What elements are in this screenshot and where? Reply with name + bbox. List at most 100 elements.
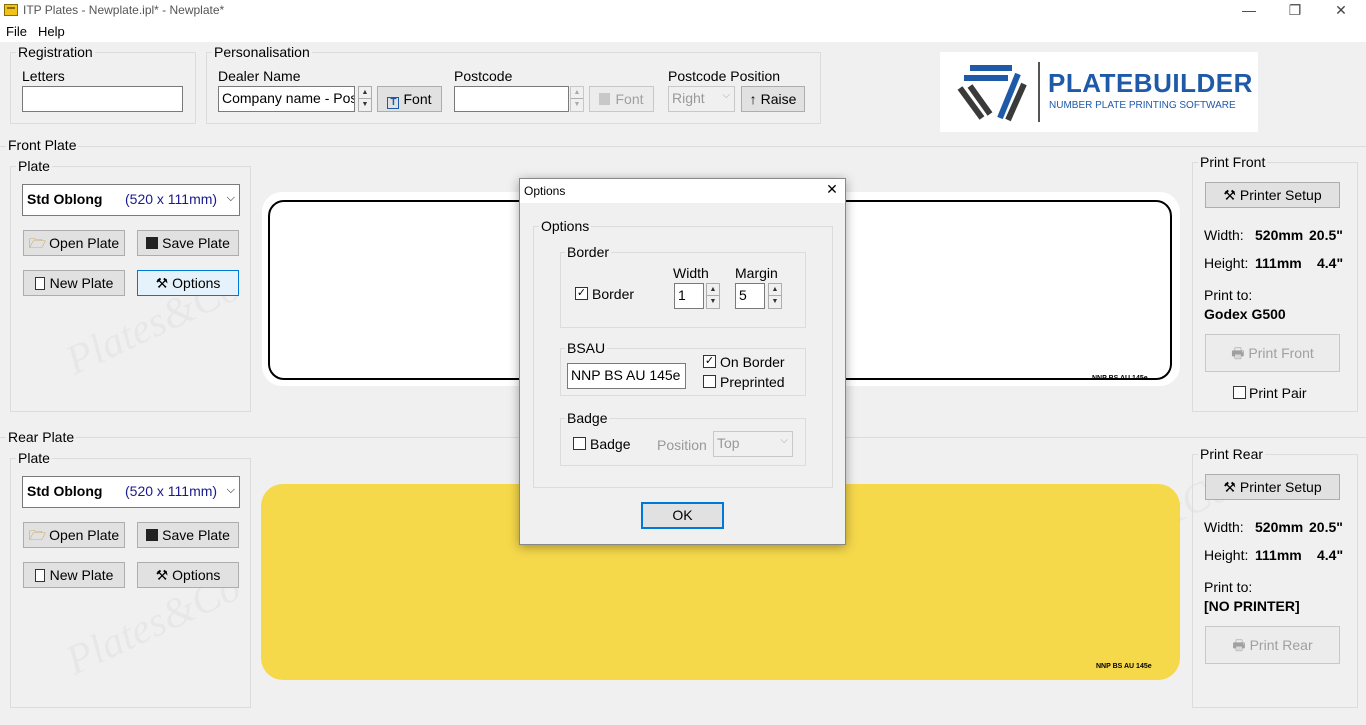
raise-button[interactable]: ↑ Raise bbox=[741, 86, 805, 112]
font-icon bbox=[599, 93, 611, 105]
dealer-name-spinner[interactable]: ▲ ▼ bbox=[358, 86, 372, 112]
save-icon bbox=[146, 237, 159, 249]
window-title: ITP Plates - Newplate.ipl* - Newplate* bbox=[23, 3, 225, 17]
on-border-label: On Border bbox=[720, 354, 785, 370]
registration-group-label: Registration bbox=[16, 44, 95, 60]
print-front-group-label: Print Front bbox=[1198, 154, 1268, 170]
spin-up-icon[interactable]: ▲ bbox=[769, 284, 781, 296]
restore-button[interactable]: ❐ bbox=[1272, 0, 1318, 22]
spin-down-icon[interactable]: ▼ bbox=[571, 99, 583, 111]
rear-save-label: Save Plate bbox=[162, 527, 230, 543]
menu-help[interactable]: Help bbox=[38, 24, 65, 39]
spin-down-icon[interactable]: ▼ bbox=[707, 296, 719, 308]
front-width-label: Width: bbox=[1204, 227, 1244, 243]
border-margin-spinner[interactable]: ▲ ▼ bbox=[768, 283, 782, 309]
border-margin-input[interactable]: 5 bbox=[735, 283, 765, 309]
postcode-position-select[interactable]: Right ⌵ bbox=[668, 86, 735, 112]
postcode-label: Postcode bbox=[454, 68, 513, 84]
postcode-font-label: Font bbox=[615, 91, 644, 107]
badge-group-label: Badge bbox=[565, 410, 610, 426]
save-icon bbox=[146, 529, 159, 541]
dialog-close-button[interactable]: ✕ bbox=[820, 181, 844, 201]
spin-up-icon[interactable]: ▲ bbox=[707, 284, 719, 296]
rear-plate-select[interactable]: Std Oblong (520 x 111mm) ⌵ bbox=[22, 476, 240, 508]
badge-position-value: Top bbox=[717, 435, 740, 451]
on-border-checkbox[interactable]: ✓ bbox=[703, 355, 716, 368]
personalisation-group-label: Personalisation bbox=[212, 44, 312, 60]
print-pair-checkbox[interactable] bbox=[1233, 386, 1246, 399]
preprinted-checkbox[interactable] bbox=[703, 375, 716, 388]
folder-open-icon: 🗁 bbox=[28, 235, 47, 251]
postcode-spinner[interactable]: ▲ ▼ bbox=[570, 86, 584, 112]
front-plate-group-label: Plate bbox=[16, 158, 52, 174]
postcode-input[interactable] bbox=[454, 86, 569, 112]
rear-width-in: 20.5" bbox=[1309, 519, 1343, 535]
platebuilder-logo: PLATEBUILDER NUMBER PLATE PRINTING SOFTW… bbox=[940, 52, 1258, 132]
ok-button[interactable]: OK bbox=[641, 502, 724, 529]
front-new-plate-button[interactable]: New Plate bbox=[23, 270, 125, 296]
dealer-font-button[interactable]: T Font bbox=[377, 86, 442, 112]
spin-up-icon[interactable]: ▲ bbox=[571, 87, 583, 99]
front-options-button[interactable]: ⚒ Options bbox=[137, 270, 239, 296]
rear-plate-size: (520 x 111mm) bbox=[125, 483, 218, 499]
front-plate-name: Std Oblong bbox=[27, 191, 103, 207]
border-checkbox[interactable]: ✓ bbox=[575, 287, 588, 300]
rear-open-label: Open Plate bbox=[49, 527, 120, 543]
rear-save-plate-button[interactable]: Save Plate bbox=[137, 522, 239, 548]
front-plate-select[interactable]: Std Oblong (520 x 111mm) ⌵ bbox=[22, 184, 240, 216]
border-width-spinner[interactable]: ▲ ▼ bbox=[706, 283, 720, 309]
front-height-mm: 111mm bbox=[1255, 255, 1302, 271]
rear-plate-name: Std Oblong bbox=[27, 483, 103, 499]
border-checkbox-label: Border bbox=[592, 286, 635, 302]
front-print-to-label: Print to: bbox=[1204, 287, 1253, 303]
front-open-label: Open Plate bbox=[49, 235, 120, 251]
front-height-label: Height: bbox=[1204, 255, 1249, 271]
print-front-button[interactable]: 🖶 Print Front bbox=[1205, 334, 1340, 372]
rear-new-label: New Plate bbox=[49, 567, 114, 583]
print-rear-button[interactable]: 🖶 Print Rear bbox=[1205, 626, 1340, 664]
letters-label: Letters bbox=[22, 68, 65, 84]
font-icon: T bbox=[387, 97, 400, 109]
print-pair-label: Print Pair bbox=[1249, 385, 1307, 401]
postcode-position-value: Right bbox=[672, 90, 705, 106]
minimize-button[interactable]: — bbox=[1226, 0, 1272, 22]
letters-input[interactable] bbox=[22, 86, 183, 112]
rear-height-label: Height: bbox=[1204, 547, 1249, 563]
badge-position-select[interactable]: Top ⌵ bbox=[713, 431, 793, 457]
front-save-plate-button[interactable]: Save Plate bbox=[137, 230, 239, 256]
badge-checkbox-label: Badge bbox=[590, 436, 631, 452]
rear-options-button[interactable]: ⚒ Options bbox=[137, 562, 239, 588]
spin-up-icon[interactable]: ▲ bbox=[359, 87, 371, 99]
preprinted-label: Preprinted bbox=[720, 374, 785, 390]
front-printer-name: Godex G500 bbox=[1204, 306, 1286, 322]
front-open-plate-button[interactable]: 🗁 Open Plate bbox=[23, 230, 125, 256]
raise-label: Raise bbox=[760, 91, 797, 107]
app-icon bbox=[4, 4, 18, 16]
arrow-up-icon: ↑ bbox=[749, 91, 757, 107]
border-width-input[interactable]: 1 bbox=[674, 283, 704, 309]
front-width-mm: 520mm bbox=[1255, 227, 1304, 243]
print-front-label: Print Front bbox=[1248, 345, 1314, 361]
bsau-input[interactable]: NNP BS AU 145e bbox=[567, 363, 686, 389]
rear-open-plate-button[interactable]: 🗁 Open Plate bbox=[23, 522, 125, 548]
spin-down-icon[interactable]: ▼ bbox=[769, 296, 781, 308]
rear-printer-setup-button[interactable]: ⚒ Printer Setup bbox=[1205, 474, 1340, 500]
badge-checkbox[interactable] bbox=[573, 437, 586, 450]
tools-icon: ⚒ bbox=[155, 275, 169, 291]
dealer-name-label: Dealer Name bbox=[218, 68, 301, 84]
menu-bar bbox=[0, 22, 1366, 42]
tools-icon: ⚒ bbox=[1223, 479, 1236, 495]
dealer-name-input[interactable]: Company name - Pos bbox=[218, 86, 355, 112]
logo-title: PLATEBUILDER bbox=[1048, 68, 1253, 98]
chevron-down-icon: ⌵ bbox=[722, 90, 730, 101]
logo-subtitle: NUMBER PLATE PRINTING SOFTWARE bbox=[1049, 100, 1236, 111]
rear-new-plate-button[interactable]: New Plate bbox=[23, 562, 125, 588]
front-printer-setup-button[interactable]: ⚒ Printer Setup bbox=[1205, 182, 1340, 208]
chevron-down-icon: ⌵ bbox=[780, 435, 788, 446]
dialog-title: Options bbox=[524, 184, 566, 198]
spin-down-icon[interactable]: ▼ bbox=[359, 99, 371, 111]
postcode-font-button[interactable]: Font bbox=[589, 86, 654, 112]
print-rear-group-label: Print Rear bbox=[1198, 446, 1266, 462]
menu-file[interactable]: File bbox=[6, 24, 27, 39]
close-button[interactable]: ✕ bbox=[1318, 0, 1364, 22]
